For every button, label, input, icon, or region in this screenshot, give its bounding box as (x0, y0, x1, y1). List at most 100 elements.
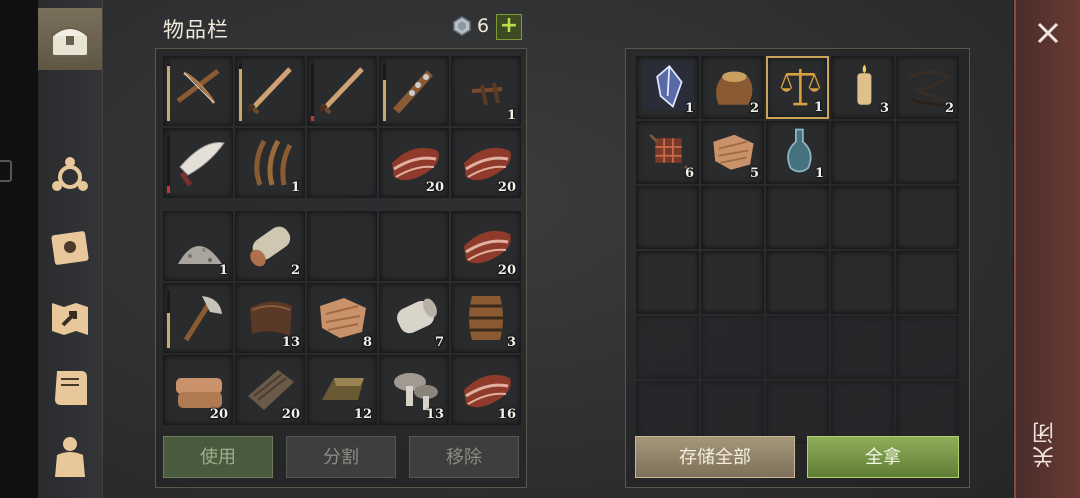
item-quantity: 1 (813, 100, 823, 115)
loot-slot[interactable] (766, 381, 829, 444)
chest-icon (51, 27, 89, 57)
loot-slot[interactable]: 1 (766, 121, 829, 184)
loot-slot[interactable] (636, 251, 699, 314)
equipment-slot[interactable] (235, 56, 305, 126)
sword-icon (246, 67, 292, 115)
close-label[interactable]: 关闭 (1030, 420, 1064, 468)
backpack-slot[interactable] (379, 211, 449, 281)
loot-slot[interactable]: 2 (701, 56, 764, 119)
loot-slot[interactable] (636, 186, 699, 249)
loot-slot[interactable]: 5 (701, 121, 764, 184)
backpack-slot[interactable] (307, 211, 377, 281)
backpack-slot[interactable]: 13 (235, 283, 305, 353)
item-quantity: 13 (281, 335, 300, 350)
remove-button[interactable]: 移除 (409, 436, 519, 478)
crossbow-icon (176, 69, 220, 104)
loot-slot[interactable] (896, 316, 959, 379)
loot-slot[interactable] (831, 381, 894, 444)
item-quantity: 13 (425, 407, 444, 422)
quests-tab[interactable] (44, 362, 96, 414)
loot-slot[interactable]: 3 (831, 56, 894, 119)
journal-tab[interactable] (44, 222, 96, 274)
backpack-slot[interactable]: 20 (235, 355, 305, 425)
triskele-icon (52, 157, 88, 191)
backpack-slot[interactable]: 20 (451, 211, 521, 281)
item-quantity: 2 (749, 101, 759, 116)
backpack-slot[interactable]: 2 (235, 211, 305, 281)
sidebar (38, 0, 103, 498)
backpack-slot[interactable]: 3 (451, 283, 521, 353)
map-tab[interactable] (44, 292, 96, 344)
loot-slot[interactable] (831, 316, 894, 379)
machete-icon (179, 142, 225, 187)
backpack-slot[interactable]: 12 (307, 355, 377, 425)
loot-slot[interactable] (831, 121, 894, 184)
equipment-slot[interactable] (379, 56, 449, 126)
scroll-icon (55, 371, 87, 405)
equipment-slot[interactable] (307, 56, 377, 126)
loot-slot[interactable] (701, 251, 764, 314)
item-quantity: 8 (362, 335, 372, 350)
equipment-slot[interactable]: 20 (451, 128, 521, 198)
gem-count: 6 (477, 15, 490, 37)
backpack-slot[interactable]: 1 (163, 211, 233, 281)
loot-slot[interactable]: 2 (896, 56, 959, 119)
loot-slot[interactable] (766, 251, 829, 314)
loot-slot[interactable] (636, 381, 699, 444)
notch (0, 160, 12, 182)
take-all-button[interactable]: 全拿 (807, 436, 959, 478)
item-quantity: 1 (506, 108, 516, 123)
equipment-slot[interactable]: 1 (235, 128, 305, 198)
inventory-chest-tab[interactable] (38, 8, 102, 70)
backpack-slot[interactable]: 20 (163, 355, 233, 425)
loot-slot[interactable] (831, 186, 894, 249)
item-quantity: 20 (209, 407, 228, 422)
durability-bar (167, 63, 170, 121)
character-icon (55, 437, 85, 477)
equipment-slot[interactable] (163, 128, 233, 198)
backpack-slot[interactable]: 13 (379, 355, 449, 425)
loot-slot[interactable] (896, 381, 959, 444)
item-quantity: 6 (684, 166, 694, 181)
loot-slot[interactable] (701, 316, 764, 379)
equipment-slot[interactable] (163, 56, 233, 126)
store-all-button[interactable]: 存储全部 (635, 436, 795, 478)
equipment-slot[interactable] (307, 128, 377, 198)
loot-slot[interactable]: 1 (636, 56, 699, 119)
split-button[interactable]: 分割 (286, 436, 396, 478)
close-icon[interactable] (1030, 15, 1066, 51)
loot-slot[interactable] (831, 251, 894, 314)
character-tab[interactable] (44, 430, 96, 482)
spiked-club-icon (393, 70, 433, 114)
loot-slot[interactable] (896, 251, 959, 314)
equipment-slot[interactable]: 20 (379, 128, 449, 198)
durability-bar (167, 290, 170, 348)
durability-bar (383, 63, 386, 121)
equipment-slot[interactable]: 1 (451, 56, 521, 126)
axe-icon (183, 296, 222, 342)
loot-slot[interactable] (896, 186, 959, 249)
loot-slot[interactable] (766, 186, 829, 249)
loot-slot[interactable] (636, 316, 699, 379)
item-quantity: 20 (281, 407, 300, 422)
loot-slot[interactable] (896, 121, 959, 184)
backpack-slot[interactable]: 16 (451, 355, 521, 425)
item-quantity: 5 (749, 166, 759, 181)
backpack-slot[interactable]: 8 (307, 283, 377, 353)
durability-bar (311, 63, 314, 121)
use-button[interactable]: 使用 (163, 436, 273, 478)
crafting-tab[interactable] (44, 150, 96, 202)
durability-bar (239, 63, 242, 121)
loot-slot[interactable] (701, 186, 764, 249)
add-currency-button[interactable]: + (496, 14, 522, 40)
loot-slot[interactable] (701, 381, 764, 444)
backpack-slot[interactable]: 7 (379, 283, 449, 353)
loot-slot[interactable]: 1 (766, 56, 829, 119)
item-quantity: 2 (944, 101, 954, 116)
loot-slot[interactable]: 6 (636, 121, 699, 184)
sword-icon (318, 67, 364, 115)
page-title: 物品栏 (163, 18, 229, 42)
backpack-slot[interactable] (163, 283, 233, 353)
loot-slot[interactable] (766, 316, 829, 379)
loot-grid: 1 2 1 3 2 6 5 1 (636, 56, 959, 444)
